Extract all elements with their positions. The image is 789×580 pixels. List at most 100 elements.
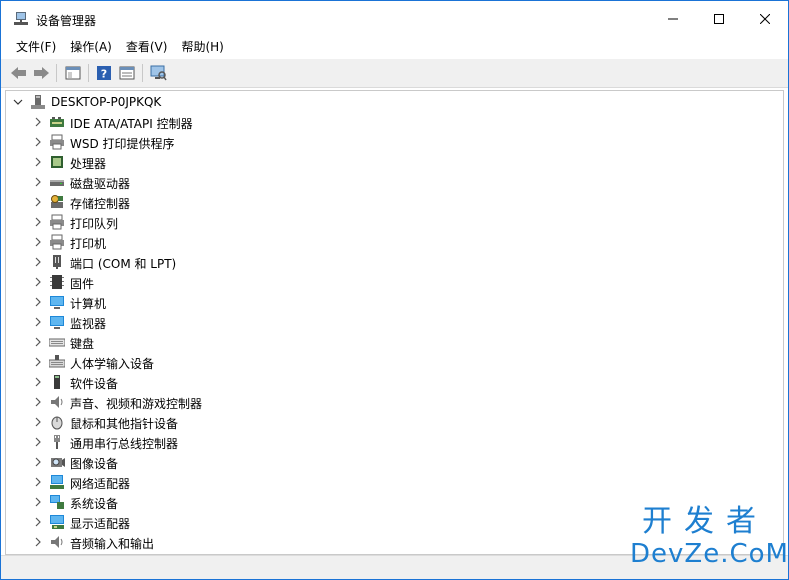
tree-node[interactable]: 固件 [6,272,783,292]
menu-file[interactable]: 文件(F) [9,36,63,58]
help-icon: ? [97,66,111,81]
properties-button[interactable] [117,63,137,83]
tree-node-label: 音频输入和输出 [70,537,155,551]
forward-button[interactable] [31,63,51,83]
monitor-icon [50,296,64,309]
chevron-right-icon[interactable] [32,416,44,428]
chevron-right-icon[interactable] [32,316,44,328]
toolbar: ? [1,59,788,88]
chevron-right-icon[interactable] [32,536,44,548]
tree-node-label: 软件设备 [70,377,119,391]
chevron-right-icon[interactable] [32,496,44,508]
menu-view[interactable]: 查看(V) [119,36,175,58]
printer-icon [50,234,64,250]
network-adapter-icon [50,475,64,489]
tree-node[interactable]: 键盘 [6,332,783,352]
tree-node-label: 磁盘驱动器 [70,177,131,191]
tree-node-label: 固件 [70,277,95,291]
chevron-right-icon[interactable] [32,276,44,288]
tree-node[interactable]: 处理器 [6,152,783,172]
chevron-right-icon[interactable] [32,116,44,128]
chevron-right-icon[interactable] [32,176,44,188]
chevron-right-icon[interactable] [32,136,44,148]
tree-node[interactable]: 人体学输入设备 [6,352,783,372]
tree-node-label: 打印队列 [70,217,119,231]
chevron-down-icon[interactable] [12,96,24,108]
tree-node-label: 系统设备 [70,497,119,511]
chevron-right-icon[interactable] [32,196,44,208]
chevron-right-icon[interactable] [32,376,44,388]
chevron-right-icon[interactable] [32,336,44,348]
device-tree[interactable]: DESKTOP-P0JPKQK IDE ATA/ATAPI 控制器 WSD 打印提… [5,90,784,555]
scan-hardware-icon [150,65,167,81]
watermark-line2: DevZe.CoM [630,539,789,569]
tree-root-node[interactable]: DESKTOP-P0JPKQK [6,92,783,112]
close-icon [760,13,770,24]
menu-bar: 文件(F) 操作(A) 查看(V) 帮助(H) [1,36,788,58]
print-queue-icon [50,214,64,230]
back-button[interactable] [9,63,29,83]
minimize-button[interactable] [650,1,696,36]
monitor-icon [50,316,64,329]
tree-node[interactable]: 图像设备 [6,452,783,472]
tree-node-label: 键盘 [70,337,95,351]
device-manager-icon [14,12,28,25]
title-bar[interactable]: 设备管理器 [1,1,788,36]
tree-node[interactable]: 磁盘驱动器 [6,172,783,192]
back-arrow-icon [11,67,26,79]
tree-node-label: 端口 (COM 和 LPT) [70,257,177,271]
window-title: 设备管理器 [36,14,97,28]
chevron-right-icon[interactable] [32,456,44,468]
chevron-right-icon[interactable] [32,476,44,488]
hid-icon [49,355,65,368]
tree-node-label: WSD 打印提供程序 [70,137,175,151]
toolbar-separator [56,64,57,82]
tree-node[interactable]: WSD 打印提供程序 [6,132,783,152]
tree-node[interactable]: 打印队列 [6,212,783,232]
menu-help[interactable]: 帮助(H) [174,36,230,58]
menu-action[interactable]: 操作(A) [63,36,119,58]
tree-node[interactable]: 软件设备 [6,372,783,392]
properties-icon [119,66,135,80]
speaker-icon [51,396,63,408]
chevron-right-icon[interactable] [32,396,44,408]
tree-node-label: 通用串行总线控制器 [70,437,179,451]
tree-node[interactable]: 存储控制器 [6,192,783,212]
chevron-right-icon[interactable] [32,236,44,248]
show-hide-console-tree-button[interactable] [63,63,83,83]
storage-controller-icon [51,195,63,208]
tree-node-label: 图像设备 [70,457,119,471]
maximize-button[interactable] [696,1,742,36]
tree-node[interactable]: 鼠标和其他指针设备 [6,412,783,432]
tree-node[interactable]: 监视器 [6,312,783,332]
tree-node[interactable]: 端口 (COM 和 LPT) [6,252,783,272]
tree-node-label: 打印机 [70,237,107,251]
tree-node-label: 显示适配器 [70,517,131,531]
system-device-icon [50,495,64,509]
chevron-right-icon[interactable] [32,156,44,168]
firmware-icon [50,275,64,289]
tree-node[interactable]: 计算机 [6,292,783,312]
camera-icon [51,458,65,467]
close-button[interactable] [742,1,788,36]
tree-node-label: 计算机 [70,297,107,311]
computer-icon [31,95,45,109]
chevron-right-icon[interactable] [32,436,44,448]
chevron-right-icon[interactable] [32,216,44,228]
tree-node[interactable]: IDE ATA/ATAPI 控制器 [6,112,783,132]
chevron-right-icon[interactable] [32,356,44,368]
disk-drive-icon [50,180,64,186]
tree-node[interactable]: 网络适配器 [6,472,783,492]
tree-node[interactable]: 通用串行总线控制器 [6,432,783,452]
chevron-right-icon[interactable] [32,296,44,308]
ide-controller-icon [50,117,64,127]
chevron-right-icon[interactable] [32,256,44,268]
chevron-right-icon[interactable] [32,516,44,528]
tree-node[interactable]: 声音、视频和游戏控制器 [6,392,783,412]
software-device-icon [54,375,60,389]
usb-icon [54,435,60,449]
tree-node-label: 声音、视频和游戏控制器 [70,397,203,411]
tree-node[interactable]: 打印机 [6,232,783,252]
help-button[interactable]: ? [94,63,114,83]
scan-hardware-button[interactable] [148,63,168,83]
